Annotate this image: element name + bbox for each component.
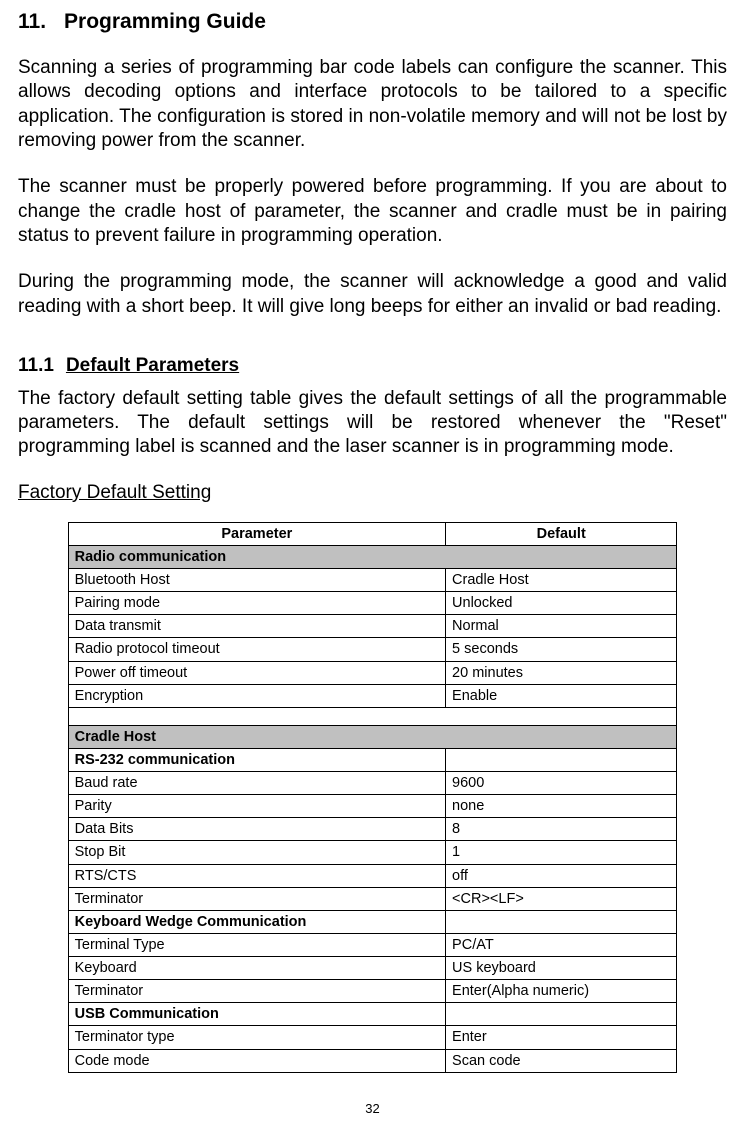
- table-row-default: [446, 748, 677, 771]
- table-row-default: US keyboard: [446, 957, 677, 980]
- page-number: 32: [18, 1101, 727, 1116]
- table-row-param: Radio protocol timeout: [68, 638, 445, 661]
- spacer-row: [68, 707, 677, 725]
- table-row-default: 1: [446, 841, 677, 864]
- table-row-default: Cradle Host: [446, 569, 677, 592]
- table-row-param: Baud rate: [68, 772, 445, 795]
- table-row-param: Parity: [68, 795, 445, 818]
- table-row-default: 9600: [446, 772, 677, 795]
- table-row-default: Unlocked: [446, 592, 677, 615]
- subgroup-usb: USB Communication: [68, 1003, 445, 1026]
- table-row-default: 8: [446, 818, 677, 841]
- table-row-param: Stop Bit: [68, 841, 445, 864]
- table-row-param: Data Bits: [68, 818, 445, 841]
- group-cradle-host: Cradle Host: [68, 725, 677, 748]
- table-row-default: off: [446, 864, 677, 887]
- table-row-default: Enter: [446, 1026, 677, 1049]
- table-row-param: Terminal Type: [68, 933, 445, 956]
- table-row-default: none: [446, 795, 677, 818]
- chapter-number: 11.: [18, 10, 46, 34]
- default-parameters-table: Parameter Default Radio communication Bl…: [68, 522, 678, 1073]
- table-row-default: Normal: [446, 615, 677, 638]
- table-row-param: Terminator type: [68, 1026, 445, 1049]
- chapter-title: Programming Guide: [64, 10, 266, 33]
- table-row-param: Bluetooth Host: [68, 569, 445, 592]
- intro-paragraph-1: Scanning a series of programming bar cod…: [18, 56, 727, 153]
- table-row-default: 20 minutes: [446, 661, 677, 684]
- table-row-default: PC/AT: [446, 933, 677, 956]
- section-heading: 11.1 Default Parameters: [18, 355, 727, 377]
- table-row-default: Enter(Alpha numeric): [446, 980, 677, 1003]
- section-number: 11.1: [18, 355, 54, 377]
- table-row-param: Encryption: [68, 684, 445, 707]
- table-row-param: Data transmit: [68, 615, 445, 638]
- table-row-default: Scan code: [446, 1049, 677, 1072]
- subgroup-keyboard-wedge: Keyboard Wedge Communication: [68, 910, 445, 933]
- table-row-default: 5 seconds: [446, 638, 677, 661]
- table-row-param: Terminator: [68, 887, 445, 910]
- table-row-default: Enable: [446, 684, 677, 707]
- intro-paragraph-3: During the programming mode, the scanner…: [18, 270, 727, 319]
- section-title: Default Parameters: [66, 355, 239, 376]
- table-row-param: Keyboard: [68, 957, 445, 980]
- table-row-param: RTS/CTS: [68, 864, 445, 887]
- table-row-param: Code mode: [68, 1049, 445, 1072]
- subgroup-rs232: RS-232 communication: [68, 748, 445, 771]
- header-parameter: Parameter: [68, 522, 445, 545]
- table-row-default: [446, 910, 677, 933]
- group-radio-communication: Radio communication: [68, 545, 677, 568]
- header-default: Default: [446, 522, 677, 545]
- table-row-param: Terminator: [68, 980, 445, 1003]
- intro-paragraph-2: The scanner must be properly powered bef…: [18, 175, 727, 248]
- table-row-default: <CR><LF>: [446, 887, 677, 910]
- chapter-heading: 11. Programming Guide: [18, 10, 727, 34]
- section-intro: The factory default setting table gives …: [18, 387, 727, 460]
- factory-default-heading: Factory Default Setting: [18, 482, 727, 504]
- table-row-param: Pairing mode: [68, 592, 445, 615]
- table-row-default: [446, 1003, 677, 1026]
- table-row-param: Power off timeout: [68, 661, 445, 684]
